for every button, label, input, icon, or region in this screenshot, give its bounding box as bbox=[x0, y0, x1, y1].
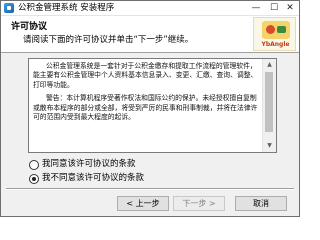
page-subtitle: 请阅读下面的许可协议并单击“下一步”继续。 bbox=[23, 35, 194, 45]
page-title: 许可协议 bbox=[11, 22, 48, 32]
next-button[interactable]: 下一步 > bbox=[173, 196, 225, 211]
logo-text: YbAngle bbox=[261, 41, 290, 48]
app-icon bbox=[4, 3, 14, 13]
scroll-down-icon[interactable]: ▼ bbox=[263, 140, 276, 152]
cancel-button[interactable]: 取消 bbox=[235, 196, 287, 211]
decline-radio[interactable] bbox=[29, 174, 39, 184]
accept-radio[interactable] bbox=[29, 160, 39, 170]
license-paragraph: 公积金管理系统是一套针对于公积金缴存和提取工作流程的管理软件，能主要有公积金管理… bbox=[33, 62, 258, 89]
scroll-up-icon[interactable]: ▲ bbox=[263, 59, 276, 71]
decline-option[interactable]: 我不同意该许可协议的条款 bbox=[29, 173, 144, 184]
logo: YbAngle bbox=[253, 17, 296, 51]
back-button[interactable]: < 上一步 bbox=[117, 196, 169, 211]
window-title: 公积金管理系统 安装程序 bbox=[18, 3, 115, 13]
logo-icon bbox=[262, 21, 290, 39]
license-paragraph: 警告：本计算机程序受著作权法和国际公约的保护。未经授权擅自复制或散布本程序的部分… bbox=[33, 94, 258, 122]
decline-label: 我不同意该许可协议的条款 bbox=[42, 173, 145, 183]
scrollbar-thumb[interactable] bbox=[265, 72, 273, 132]
wizard-header: 许可协议 请阅读下面的许可协议并单击“下一步”继续。 YbAngle bbox=[1, 16, 299, 53]
title-bar[interactable]: 公积金管理系统 安装程序 — ☐ ✕ bbox=[1, 1, 299, 16]
installer-window: 公积金管理系统 安装程序 — ☐ ✕ 许可协议 请阅读下面的许可协议并单击“下一… bbox=[0, 0, 300, 217]
footer-divider bbox=[6, 188, 294, 190]
vertical-scrollbar[interactable]: ▲ ▼ bbox=[262, 59, 276, 152]
accept-label: 我同意该许可协议的条款 bbox=[42, 159, 136, 169]
minimize-button[interactable]: — bbox=[247, 1, 265, 15]
close-button[interactable]: ✕ bbox=[281, 1, 299, 15]
license-content: 公积金管理系统是一套针对于公积金缴存和提取工作流程的管理软件，能主要有公积金管理… bbox=[33, 62, 260, 126]
accept-option[interactable]: 我同意该许可协议的条款 bbox=[29, 159, 136, 170]
license-text-area[interactable]: 公积金管理系统是一套针对于公积金缴存和提取工作流程的管理软件，能主要有公积金管理… bbox=[28, 58, 277, 153]
